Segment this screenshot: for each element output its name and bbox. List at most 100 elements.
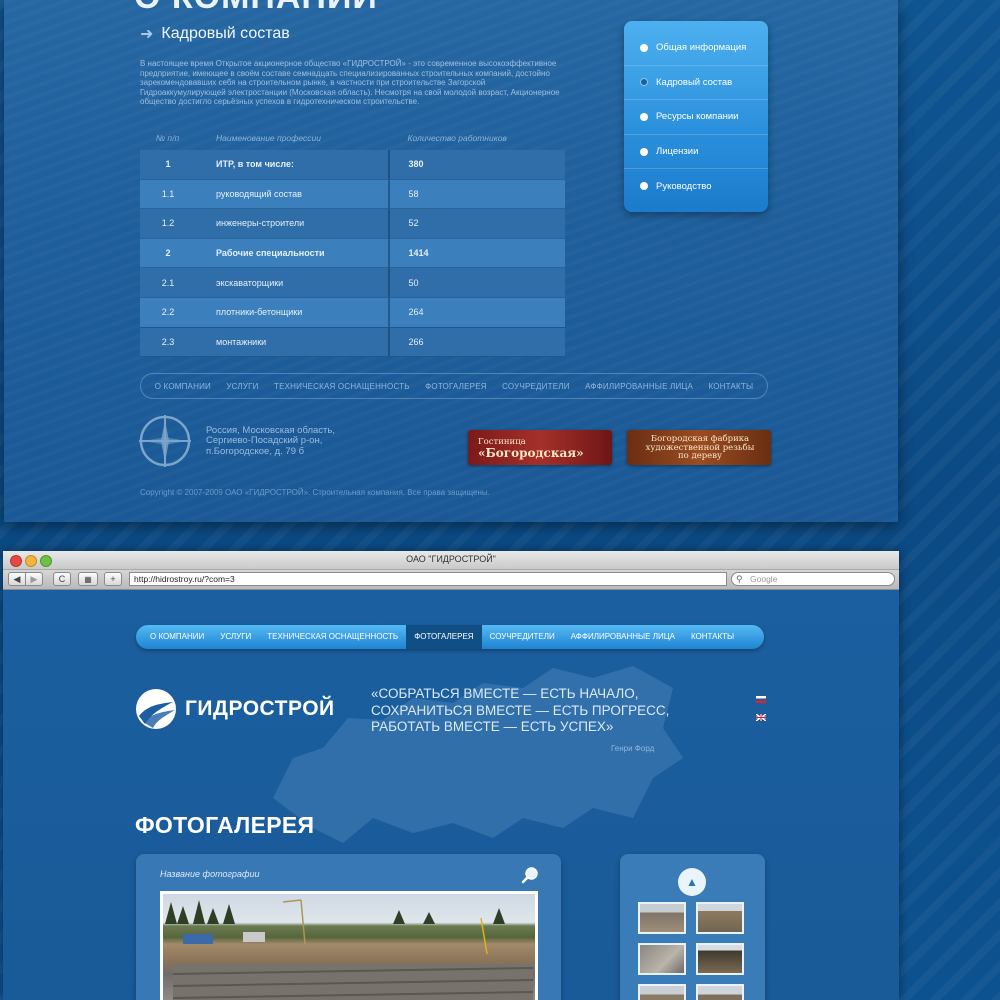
section-title-text: Кадровый состав xyxy=(161,25,290,42)
side-menu-item[interactable]: Лицензии xyxy=(624,135,768,170)
factory-banner[interactable]: Богородская фабрика художественной резьб… xyxy=(627,430,771,465)
grid-icon: ▦ xyxy=(84,574,92,584)
footer-nav-link[interactable]: УСЛУГИ xyxy=(226,382,258,391)
side-menu-item[interactable]: Ресурсы компании xyxy=(624,100,768,135)
thumbnail[interactable] xyxy=(638,943,686,975)
compass-icon xyxy=(139,415,191,467)
row-count: 1414 xyxy=(389,238,565,269)
thumbnail[interactable] xyxy=(696,943,744,975)
side-menu-label: Кадровый состав xyxy=(656,76,733,88)
nav-tab[interactable]: О КОМПАНИИ xyxy=(142,625,212,649)
footer-nav-link[interactable]: О КОМПАНИИ xyxy=(155,382,211,391)
thumbnail[interactable] xyxy=(696,984,744,1000)
search-placeholder: Google xyxy=(750,574,778,584)
row-profession: руководящий состав xyxy=(196,179,391,210)
hotel-banner-line2: «Богородская» xyxy=(478,445,584,460)
thumbnail[interactable] xyxy=(638,984,686,1000)
table-row: 1 ИТР, в том числе: 380 xyxy=(140,150,565,180)
bullet-icon xyxy=(640,147,648,156)
row-count: 50 xyxy=(389,267,565,298)
construction-site-image xyxy=(165,899,534,1000)
search-input[interactable]: ⚲ Google xyxy=(731,572,895,586)
company-page-panel: О КОМПАНИИ ➜ Кадровый состав В настоящее… xyxy=(4,0,898,522)
row-profession: монтажники xyxy=(196,327,391,358)
address: Россия, Московская область, Сергиево-Пос… xyxy=(206,425,335,457)
bullet-icon xyxy=(640,112,648,121)
thumbnail-strip: ▲ xyxy=(620,854,765,1000)
row-number: 1.1 xyxy=(140,179,196,210)
col-header-num: № п/п xyxy=(155,133,180,143)
thumbnail[interactable] xyxy=(696,902,744,934)
scroll-up-button[interactable]: ▲ xyxy=(678,868,706,896)
address-line: п.Богородское, д. 79 б xyxy=(206,445,305,457)
row-number: 1 xyxy=(140,150,196,180)
side-menu-label: Руководство xyxy=(656,180,712,192)
side-menu-item[interactable]: Общая информация xyxy=(624,31,768,66)
nav-tab[interactable]: ФОТОГАЛЕРЕЯ xyxy=(406,625,482,649)
table-row: 1.2 инженеры-строители 52 xyxy=(140,208,565,239)
main-photo[interactable] xyxy=(160,891,538,1000)
english-flag-icon[interactable] xyxy=(756,714,766,721)
nav-tab[interactable]: ТЕХНИЧЕСКАЯ ОСНАЩЕННОСТЬ xyxy=(259,625,406,649)
logo-text: ГИДРОСТРОЙ xyxy=(185,697,335,720)
row-count: 264 xyxy=(389,297,565,328)
table-row: 2.2 плотники-бетонщики 264 xyxy=(140,297,565,328)
col-header-profession: Наименование профессии xyxy=(216,133,321,143)
address-bar[interactable]: http://hidrostroy.ru/?com=3 xyxy=(129,572,727,586)
browser-toolbar: ◀ ▶ C ▦ + http://hidrostroy.ru/?com=3 ⚲ … xyxy=(3,570,899,590)
intro-text: В настоящее время Открытое акционерное о… xyxy=(140,59,560,107)
page-heading: О КОМПАНИИ xyxy=(134,0,378,17)
russian-flag-icon[interactable] xyxy=(756,696,766,703)
thumbnail[interactable] xyxy=(638,902,686,934)
photo-viewer: Название фотографии xyxy=(136,854,561,1000)
bullet-icon xyxy=(640,78,648,87)
row-number: 2 xyxy=(140,238,196,269)
bullet-icon xyxy=(640,43,648,52)
row-profession: Рабочие специальности xyxy=(196,238,391,269)
row-count: 266 xyxy=(389,327,565,358)
row-count: 58 xyxy=(389,179,565,210)
reload-button[interactable]: C xyxy=(53,572,71,586)
nav-tab[interactable]: КОНТАКТЫ xyxy=(683,625,742,649)
footer-nav-link[interactable]: КОНТАКТЫ xyxy=(709,382,754,391)
col-header-count: Количество работников xyxy=(407,133,507,143)
browser-window: ОАО "ГИДРОСТРОЙ" ◀ ▶ C ▦ + http://hidros… xyxy=(3,551,899,1000)
footer-nav-link[interactable]: ФОТОГАЛЕРЕЯ xyxy=(425,382,487,391)
website-viewport: О КОМПАНИИ УСЛУГИ ТЕХНИЧЕСКАЯ ОСНАЩЕННОСТЬ… xyxy=(3,590,899,1000)
side-menu-label: Общая информация xyxy=(656,42,747,54)
row-number: 2.1 xyxy=(140,267,196,298)
russia-map-background xyxy=(273,666,683,843)
photo-caption: Название фотографии xyxy=(160,869,260,879)
snapback-button[interactable]: ▦ xyxy=(78,572,98,586)
site-logo[interactable]: ГИДРОСТРОЙ xyxy=(135,688,335,730)
table-row: 2 Рабочие специальности 1414 xyxy=(140,238,565,269)
side-menu-item[interactable]: Руководство xyxy=(624,169,768,203)
staff-table: № п/п Наименование профессии Количество … xyxy=(140,126,565,358)
hydrostroy-logo-icon xyxy=(136,689,176,729)
quote-line: СОХРАНИТЬСЯ ВМЕСТЕ — ЕСТЬ ПРОГРЕСС, xyxy=(371,702,670,718)
factory-banner-line3: по дереву xyxy=(677,451,722,461)
quote: «СОБРАТЬСЯ ВМЕСТЕ — ЕСТЬ НАЧАЛО, СОХРАНИ… xyxy=(371,686,671,736)
table-row: 1.1 руководящий состав 58 xyxy=(140,179,565,210)
zoom-icon[interactable] xyxy=(521,866,539,884)
side-menu-label: Ресурсы компании xyxy=(656,111,739,123)
nav-tab[interactable]: АФФИЛИРОВАННЫЕ ЛИЦА xyxy=(563,625,683,649)
hotel-banner[interactable]: Гостиница «Богородская» xyxy=(468,430,612,465)
footer-nav-link[interactable]: ТЕХНИЧЕСКАЯ ОСНАЩЕННОСТЬ xyxy=(274,382,410,391)
bullet-icon xyxy=(640,182,648,191)
footer-nav-link[interactable]: АФФИЛИРОВАННЫЕ ЛИЦА xyxy=(585,382,693,391)
nav-tab[interactable]: УСЛУГИ xyxy=(212,625,259,649)
table-row: 2.1 экскаваторщики 50 xyxy=(140,267,565,298)
back-button[interactable]: ◀ xyxy=(8,572,26,586)
forward-button[interactable]: ▶ xyxy=(25,572,43,586)
side-menu: Общая информация Кадровый состав Ресурсы к… xyxy=(624,21,768,212)
search-icon: ⚲ xyxy=(736,574,743,584)
row-profession: инженеры-строители xyxy=(196,208,391,239)
footer-nav-link[interactable]: СОУЧРЕДИТЕЛИ xyxy=(502,382,570,391)
nav-tab[interactable]: СОУЧРЕДИТЕЛИ xyxy=(482,625,563,649)
add-bookmark-button[interactable]: + xyxy=(104,572,122,586)
arrow-up-icon: ▲ xyxy=(686,875,698,889)
row-profession: ИТР, в том числе: xyxy=(196,150,391,180)
side-menu-item[interactable]: Кадровый состав xyxy=(624,66,768,101)
row-profession: экскаваторщики xyxy=(196,267,391,298)
